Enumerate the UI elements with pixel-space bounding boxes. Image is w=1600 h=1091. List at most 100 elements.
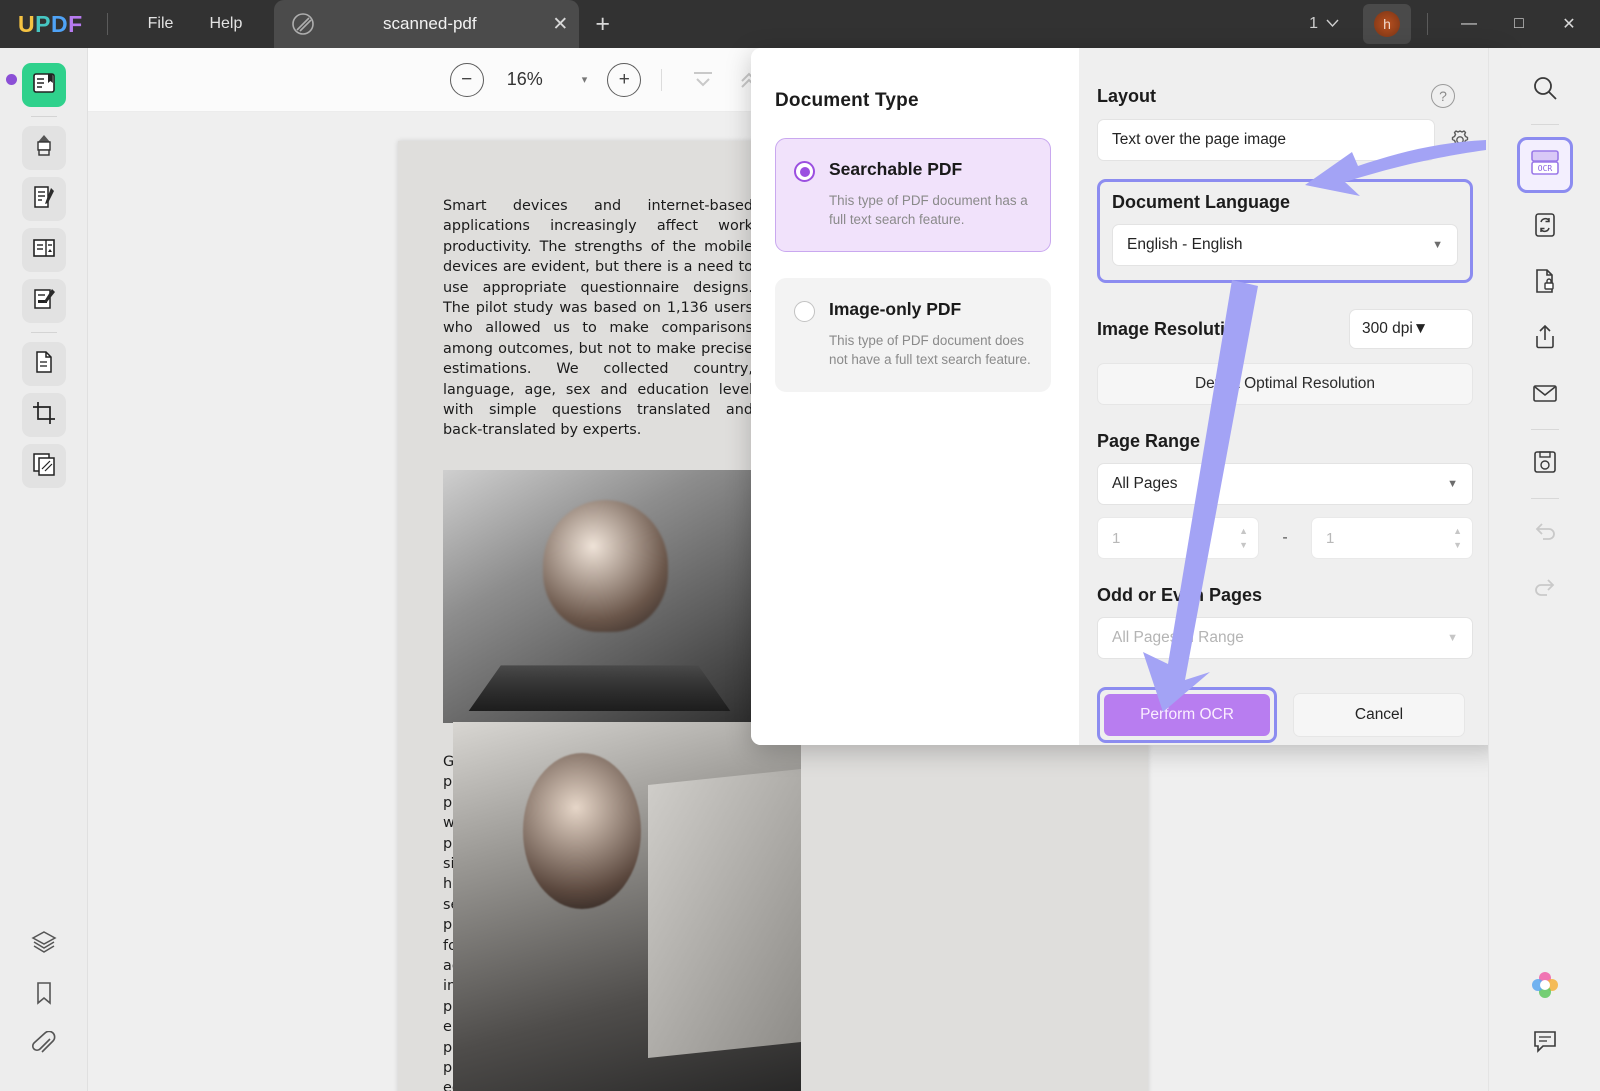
bookmark-icon (31, 980, 57, 1011)
close-icon[interactable]: ✕ (541, 13, 579, 36)
ai-flower-icon (1530, 970, 1560, 1005)
right-item-redo[interactable] (1523, 567, 1567, 611)
sidebar-item-organize[interactable] (21, 342, 66, 386)
right-item-ocr[interactable]: OCR (1516, 137, 1573, 193)
left-tool-rail (0, 48, 88, 1091)
page-range-label: Page Range (1097, 431, 1201, 451)
sidebar-item-edit-pdf[interactable] (21, 177, 66, 221)
odd-even-select[interactable]: All Pages in Range ▼ (1097, 617, 1473, 659)
sidebar-item-form[interactable] (21, 279, 66, 323)
titlebar-right-group: 1 h — □ ✕ (1299, 0, 1600, 48)
rail-divider-1 (30, 116, 57, 117)
document-type-heading: Document Type (775, 90, 919, 111)
sidebar-item-layers[interactable] (22, 922, 66, 966)
book-reader-icon (31, 70, 57, 101)
document-photo-2 (453, 722, 801, 1091)
annotate-page-icon (31, 235, 57, 266)
document-tab[interactable]: scanned-pdf ✕ (274, 0, 580, 48)
option-searchable-pdf[interactable]: Searchable PDF This type of PDF document… (775, 138, 1051, 252)
document-language-select[interactable]: English - English ▼ (1112, 224, 1458, 266)
option-image-only-pdf[interactable]: Image-only PDF This type of PDF document… (775, 278, 1051, 392)
rail-divider-2 (30, 332, 57, 333)
menu-help[interactable]: Help (191, 9, 260, 39)
help-icon[interactable]: ? (1431, 84, 1455, 108)
logo-letter-f: F (68, 10, 83, 37)
updf-window: U P D F File Help scanned-pdf ✕ + 1 h — … (0, 0, 1600, 1091)
zoom-level: 16% (506, 69, 543, 89)
right-tool-rail: OCR (1488, 48, 1600, 1091)
menu-file[interactable]: File (130, 9, 192, 39)
page-from-value: 1 (1112, 529, 1121, 547)
sidebar-item-background[interactable] (21, 444, 66, 488)
sidebar-item-comment[interactable] (21, 228, 66, 272)
avatar[interactable]: h (1363, 4, 1411, 44)
redo-icon (1531, 573, 1559, 606)
document-paragraph-1: Smart devices and internet-based applica… (443, 198, 753, 439)
page-to-input[interactable]: 1 ▲ ▼ (1311, 517, 1473, 559)
document-edit-icon (31, 184, 57, 215)
close-window-button[interactable]: ✕ (1544, 0, 1594, 48)
layout-select[interactable]: Text over the page image (1097, 119, 1435, 161)
right-item-feedback[interactable] (1523, 1021, 1567, 1065)
logo-letter-d: D (50, 10, 69, 37)
comment-bubble-icon (1531, 1027, 1559, 1060)
right-item-email[interactable] (1523, 373, 1567, 417)
layout-label: Layout (1097, 85, 1157, 106)
page-organize-icon (31, 349, 57, 380)
page-range-select[interactable]: All Pages ▼ (1097, 463, 1473, 505)
page-count-selector[interactable]: 1 (1299, 11, 1349, 37)
detect-optimal-resolution-button[interactable]: Detect Optimal Resolution (1097, 363, 1473, 405)
odd-even-placeholder: All Pages in Range (1112, 629, 1244, 646)
document-language-value: English - English (1127, 236, 1243, 253)
avatar-initial: h (1374, 11, 1400, 37)
cancel-button[interactable]: Cancel (1293, 693, 1465, 737)
page-range-inputs: 1 ▲ ▼ - 1 ▲ ▼ (1097, 517, 1473, 559)
zoom-controls: − 16% ▾ + (449, 62, 771, 97)
zoom-in-button[interactable]: + (607, 62, 642, 97)
sidebar-item-highlight[interactable] (21, 126, 66, 170)
page-to-value: 1 (1326, 529, 1335, 547)
maximize-button[interactable]: □ (1494, 0, 1544, 48)
radio-selected-icon[interactable] (794, 161, 815, 182)
right-item-save-as[interactable] (1523, 442, 1567, 486)
fit-page-icon[interactable] (682, 69, 724, 91)
gear-icon[interactable] (1447, 127, 1473, 153)
right-item-protect[interactable] (1523, 261, 1567, 305)
radio-unselected-icon[interactable] (794, 301, 815, 322)
image-resolution-select[interactable]: 300 dpi ▼ (1349, 309, 1473, 349)
stepper-arrows-icon[interactable]: ▲ ▼ (1239, 526, 1248, 550)
right-item-undo[interactable] (1523, 511, 1567, 555)
minimize-button[interactable]: — (1444, 0, 1494, 48)
right-item-convert[interactable] (1523, 205, 1567, 249)
chevron-down-icon[interactable]: ▾ (566, 73, 604, 86)
chevron-down-icon: ▼ (1447, 632, 1458, 644)
layout-row: Text over the page image (1097, 108, 1473, 161)
page-count-value: 1 (1309, 15, 1318, 32)
perform-ocr-button[interactable]: Perform OCR (1104, 694, 1270, 736)
chevron-down-icon (1326, 15, 1339, 33)
document-language-highlight: Document Language English - English ▼ (1097, 179, 1473, 283)
sidebar-item-attachments[interactable] (22, 1024, 66, 1068)
sidebar-item-crop[interactable] (21, 393, 66, 437)
convert-document-icon (1531, 211, 1559, 244)
page-from-input[interactable]: 1 ▲ ▼ (1097, 517, 1259, 559)
right-item-ai-assistant[interactable] (1523, 965, 1567, 1009)
option-label: Image-only PDF (829, 299, 962, 319)
odd-even-label: Odd or Even Pages (1097, 585, 1263, 605)
document-language-label: Document Language (1112, 192, 1291, 212)
crop-icon (31, 400, 57, 431)
zoom-out-button[interactable]: − (449, 62, 484, 97)
sidebar-item-reader[interactable] (21, 63, 66, 107)
stepper-arrows-icon[interactable]: ▲ ▼ (1453, 526, 1462, 550)
right-item-search[interactable] (1523, 68, 1567, 112)
right-item-share[interactable] (1523, 317, 1567, 361)
sidebar-item-bookmarks[interactable] (22, 973, 66, 1017)
perform-ocr-highlight: Perform OCR (1097, 687, 1277, 743)
ocr-dialog: Document Type Searchable PDF This type o… (751, 48, 1503, 745)
toolbar-divider (661, 68, 663, 91)
ocr-icon: OCR (1528, 148, 1562, 183)
dialog-actions: Perform OCR Cancel (1097, 687, 1473, 743)
page-range-dash: - (1282, 529, 1288, 546)
new-tab-button[interactable]: + (595, 10, 610, 39)
titlebar-divider (106, 13, 108, 35)
